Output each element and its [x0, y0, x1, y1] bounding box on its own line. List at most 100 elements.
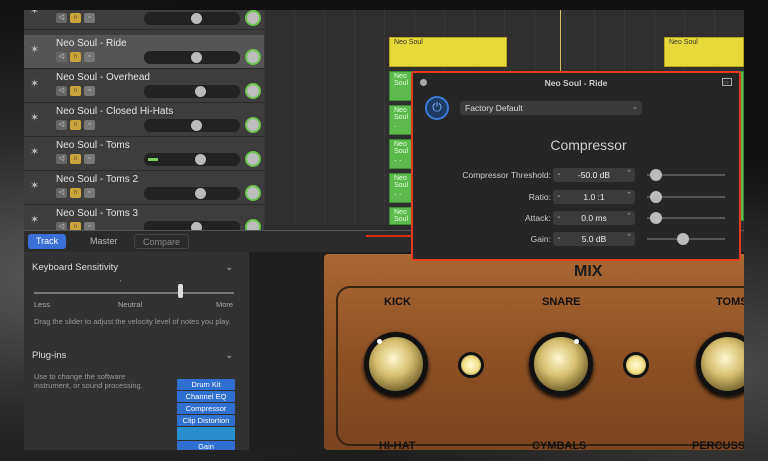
plugin-slot[interactable]: Compressor [177, 403, 235, 414]
chevron-down-icon[interactable]: ⌄ [225, 262, 233, 273]
volume-slider[interactable] [144, 119, 240, 132]
lock-icon[interactable]: ▫ [84, 188, 95, 198]
track-controls: ◁ ∩ ▫ [56, 120, 95, 130]
chevron-up-icon[interactable]: ⌃ [626, 212, 632, 220]
tab-compare[interactable]: Compare [134, 234, 190, 249]
param-value-field[interactable]: ⌄ 1.0 :1 ⌃ [553, 190, 635, 204]
chevron-down-icon[interactable]: ⌄ [225, 350, 233, 361]
pan-knob[interactable] [245, 185, 261, 201]
volume-slider[interactable] [144, 12, 240, 25]
param-value-field[interactable]: ⌄ -50.0 dB ⌃ [553, 168, 635, 182]
plugin-slot[interactable] [177, 427, 235, 440]
param-slider-thumb[interactable] [650, 169, 662, 181]
mute-icon[interactable]: ◁ [56, 52, 67, 62]
power-icon[interactable]: ⏻ [425, 96, 449, 120]
drummer-icon: ✶ [30, 10, 40, 17]
volume-slider[interactable] [144, 85, 240, 98]
velocity-slider-thumb[interactable] [178, 284, 183, 298]
mute-icon[interactable]: ◁ [56, 13, 67, 23]
kick-knob[interactable] [364, 332, 428, 396]
track-name[interactable]: Neo Soul - Toms [56, 140, 130, 151]
region-hihats[interactable]: Neo Soul · [389, 105, 413, 135]
volume-slider[interactable] [144, 187, 240, 200]
pan-knob[interactable] [245, 117, 261, 133]
track-header[interactable]: ✶ Neo Soul - Toms ◁ ∩ ▫ [24, 137, 264, 171]
chevron-up-icon[interactable]: ⌃ [626, 233, 632, 241]
region-label: Neo Soul [394, 141, 409, 155]
lock-icon[interactable]: ▫ [84, 86, 95, 96]
velocity-slider-track[interactable] [34, 292, 234, 294]
lock-icon[interactable]: ▫ [84, 120, 95, 130]
track-name[interactable]: Neo Soul - Toms 3 [56, 208, 138, 219]
region-label: Neo Soul [394, 39, 423, 46]
pan-knob[interactable] [245, 49, 261, 65]
region-toms-2[interactable]: Neo Soul · · [389, 173, 413, 203]
headphones-icon[interactable]: ∩ [70, 188, 81, 198]
track-header[interactable]: ✶ Neo Soul - Ride ◁ ∩ ▫ [24, 35, 264, 69]
headphones-icon[interactable]: ∩ [70, 154, 81, 164]
keyboard-sensitivity-title[interactable]: Keyboard Sensitivity [32, 262, 118, 273]
volume-slider[interactable] [144, 51, 240, 64]
track-name[interactable]: Neo Soul - Toms 2 [56, 174, 138, 185]
region-toms-3[interactable]: Neo Soul [389, 207, 413, 225]
track-header[interactable]: ✶Good Guitar Solo◁∩▫ [24, 10, 264, 30]
mute-icon[interactable]: ◁ [56, 120, 67, 130]
region-toms[interactable]: Neo Soul · · [389, 139, 413, 169]
lock-icon[interactable]: ▫ [84, 154, 95, 164]
snare-knob[interactable] [529, 332, 593, 396]
region-ride-1[interactable]: Neo Soul [389, 37, 507, 67]
param-slider-thumb[interactable] [650, 191, 662, 203]
headphones-icon[interactable]: ∩ [70, 13, 81, 23]
mute-icon[interactable]: ◁ [56, 86, 67, 96]
pan-knob[interactable] [245, 151, 261, 167]
volume-thumb[interactable] [191, 52, 202, 63]
track-header[interactable]: ✶ Neo Soul - Closed Hi-Hats ◁ ∩ ▫ [24, 103, 264, 137]
plugins-title[interactable]: Plug-ins [32, 350, 66, 361]
chevron-down-icon: ⌄ [632, 104, 638, 111]
chevron-up-icon[interactable]: ⌃ [626, 169, 632, 177]
tab-master[interactable]: Master [82, 234, 126, 249]
headphones-icon[interactable]: ∩ [70, 120, 81, 130]
track-header[interactable]: ✶ Neo Soul - Toms 2 ◁ ∩ ▫ [24, 171, 264, 205]
param-slider-thumb[interactable] [677, 233, 689, 245]
volume-thumb[interactable] [191, 13, 202, 24]
track-name[interactable]: Neo Soul - Closed Hi-Hats [56, 106, 173, 117]
more-label: More [216, 300, 234, 309]
headphones-icon[interactable]: ∩ [70, 52, 81, 62]
volume-thumb[interactable] [191, 120, 202, 131]
volume-slider[interactable] [144, 153, 240, 166]
region-ride-2[interactable]: Neo Soul [664, 37, 744, 67]
param-row: Ratio: ⌄ 1.0 :1 ⌃ [413, 190, 743, 204]
plugin-slot[interactable]: Channel EQ [177, 391, 235, 402]
plugin-slot[interactable]: Drum Kit [177, 379, 235, 390]
expand-icon[interactable]: ▭ [722, 78, 732, 86]
tab-track[interactable]: Track [28, 234, 67, 249]
volume-thumb[interactable] [195, 86, 206, 97]
track-name[interactable]: Neo Soul - Overhead [56, 72, 150, 83]
plugin-slot[interactable]: Clip Distortion [177, 415, 235, 426]
lock-icon[interactable]: ▫ [84, 52, 95, 62]
track-header[interactable]: ✶ Neo Soul - Overhead ◁ ∩ ▫ [24, 69, 264, 103]
param-value: -50.0 dB [577, 170, 611, 180]
volume-thumb[interactable] [195, 154, 206, 165]
pan-knob[interactable] [245, 83, 261, 99]
region-overhead[interactable]: Neo Soul [389, 71, 413, 101]
lock-icon[interactable]: ▫ [84, 13, 95, 23]
preset-menu[interactable]: Factory Default ⌄ [460, 101, 642, 115]
param-value-field[interactable]: ⌄ 5.0 dB ⌃ [553, 232, 635, 246]
volume-thumb[interactable] [195, 188, 206, 199]
param-slider-thumb[interactable] [650, 212, 662, 224]
mute-icon[interactable]: ◁ [56, 154, 67, 164]
kick-lamp[interactable] [458, 352, 484, 378]
chevron-up-icon[interactable]: ⌃ [626, 191, 632, 199]
mute-icon[interactable]: ◁ [56, 188, 67, 198]
track-name[interactable]: Neo Soul - Ride [56, 38, 127, 49]
param-value-field[interactable]: ⌄ 0.0 ms ⌃ [553, 211, 635, 225]
snare-lamp[interactable] [623, 352, 649, 378]
headphones-icon[interactable]: ∩ [70, 86, 81, 96]
hihat-label: HI-HAT [379, 440, 416, 450]
track-controls: ◁ ∩ ▫ [56, 13, 95, 23]
plugin-slot[interactable]: Gain [177, 441, 235, 450]
param-label: Attack: [525, 213, 551, 223]
pan-knob[interactable] [245, 10, 261, 26]
